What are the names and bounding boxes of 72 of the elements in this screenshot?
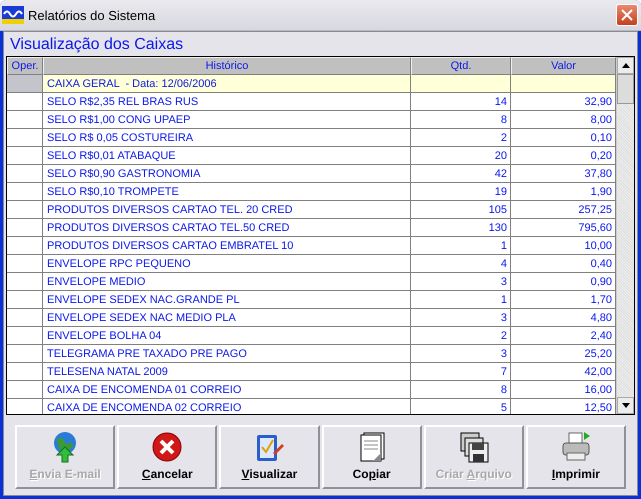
- table-cell: TELESENA NATAL 2009: [43, 363, 411, 381]
- close-button[interactable]: [616, 4, 638, 26]
- table-cell: ENVELOPE MEDIO: [43, 273, 411, 291]
- toolbar-button[interactable]: Copiar: [322, 425, 422, 489]
- toolbar-button[interactable]: Cancelar: [117, 425, 218, 489]
- table-cell: 2,40: [511, 327, 616, 345]
- printer-icon: [560, 431, 592, 463]
- table-cell: 20: [411, 147, 511, 165]
- panel-title: Visualização dos Caixas: [9, 35, 184, 55]
- toolbar-button[interactable]: Visualizar: [219, 425, 320, 489]
- table-cell: SELO R$1,00 CONG UPAEP: [43, 111, 411, 129]
- app-logo-icon: [2, 6, 24, 24]
- table-cell: ENVELOPE SEDEX NAC MEDIO PLA: [43, 309, 411, 327]
- table-cell: 0,40: [511, 255, 616, 273]
- floppy-disks-icon: [458, 431, 490, 463]
- table-cell: 2: [411, 129, 511, 147]
- table-cell: 0,10: [511, 129, 616, 147]
- column-header[interactable]: Histórico: [43, 57, 411, 75]
- table-cell: SELO R$2,35 REL BRAS RUS: [43, 93, 411, 111]
- table-cell: 1: [411, 291, 511, 309]
- column-header[interactable]: Oper.: [7, 57, 43, 75]
- table-cell: PRODUTOS DIVERSOS CARTAO EMBRATEL 10: [43, 237, 411, 255]
- table-cell: 3: [411, 309, 511, 327]
- table-cell: 3: [411, 345, 511, 363]
- table-cell: 16,00: [511, 381, 616, 399]
- table-cell: TELEGRAMA PRE TAXADO PRE PAGO: [43, 345, 411, 363]
- table-cell: ENVELOPE RPC PEQUENO: [43, 255, 411, 273]
- table-cell: 42,00: [511, 363, 616, 381]
- table-cell: 1,70: [511, 291, 616, 309]
- close-icon: [151, 431, 184, 463]
- table-cell: 10,00: [511, 237, 616, 255]
- table-cell: 8,00: [511, 111, 616, 129]
- close-icon: [621, 9, 633, 21]
- scroll-thumb[interactable]: [617, 74, 634, 104]
- table-cell: 8: [411, 111, 511, 129]
- table-cell: SELO R$0,01 ATABAQUE: [43, 147, 411, 165]
- table-cell: 4,80: [511, 309, 616, 327]
- up-arrow-icon[interactable]: [622, 63, 630, 68]
- table-cell: SELO R$0,10 TROMPETE: [43, 183, 411, 201]
- scrollbar[interactable]: [616, 57, 634, 414]
- table-cell: 0,20: [511, 147, 616, 165]
- table-cell: 105: [411, 201, 511, 219]
- table-cell: ENVELOPE SEDEX NAC.GRANDE PL: [43, 291, 411, 309]
- table-cell: SELO R$ 0,05 COSTUREIRA: [43, 129, 411, 147]
- table-cell: CAIXA DE ENCOMENDA 01 CORREIO: [43, 381, 411, 399]
- down-arrow-icon[interactable]: [622, 403, 630, 408]
- table-cell: PRODUTOS DIVERSOS CARTAO TEL.50 CRED: [43, 219, 411, 237]
- table-cell: 795,60: [511, 219, 616, 237]
- table-cell: 1,90: [511, 183, 616, 201]
- column-header[interactable]: Qtd.: [411, 57, 511, 75]
- table-cell: 19: [411, 183, 511, 201]
- table-cell: 3: [411, 273, 511, 291]
- table-cell: PRODUTOS DIVERSOS CARTAO TEL. 20 CRED: [43, 201, 411, 219]
- table-cell: 32,90: [511, 93, 616, 111]
- table-cell: 14: [411, 93, 511, 111]
- table-cell: 42: [411, 165, 511, 183]
- table-cell: 1: [411, 237, 511, 255]
- table-cell: 257,25: [511, 201, 616, 219]
- window-title: Relatórios do Sistema: [28, 8, 156, 22]
- table-cell: 0,90: [511, 273, 616, 291]
- column-header[interactable]: Valor: [511, 57, 616, 75]
- table-cell: 7: [411, 363, 511, 381]
- table-cell: 8: [411, 381, 511, 399]
- table-cell: SELO R$0,90 GASTRONOMIA: [43, 165, 411, 183]
- table-cell: 2: [411, 327, 511, 345]
- toolbar-button[interactable]: Imprimir: [526, 425, 626, 489]
- table-cell: 4: [411, 255, 511, 273]
- table-cell: ENVELOPE BOLHA 04: [43, 327, 411, 345]
- table-cell: CAIXA GERAL - Data: 12/06/2006: [43, 75, 411, 93]
- table-cell: 37,80: [511, 165, 616, 183]
- table-cell: 25,20: [511, 345, 616, 363]
- table-cell: 130: [411, 219, 511, 237]
